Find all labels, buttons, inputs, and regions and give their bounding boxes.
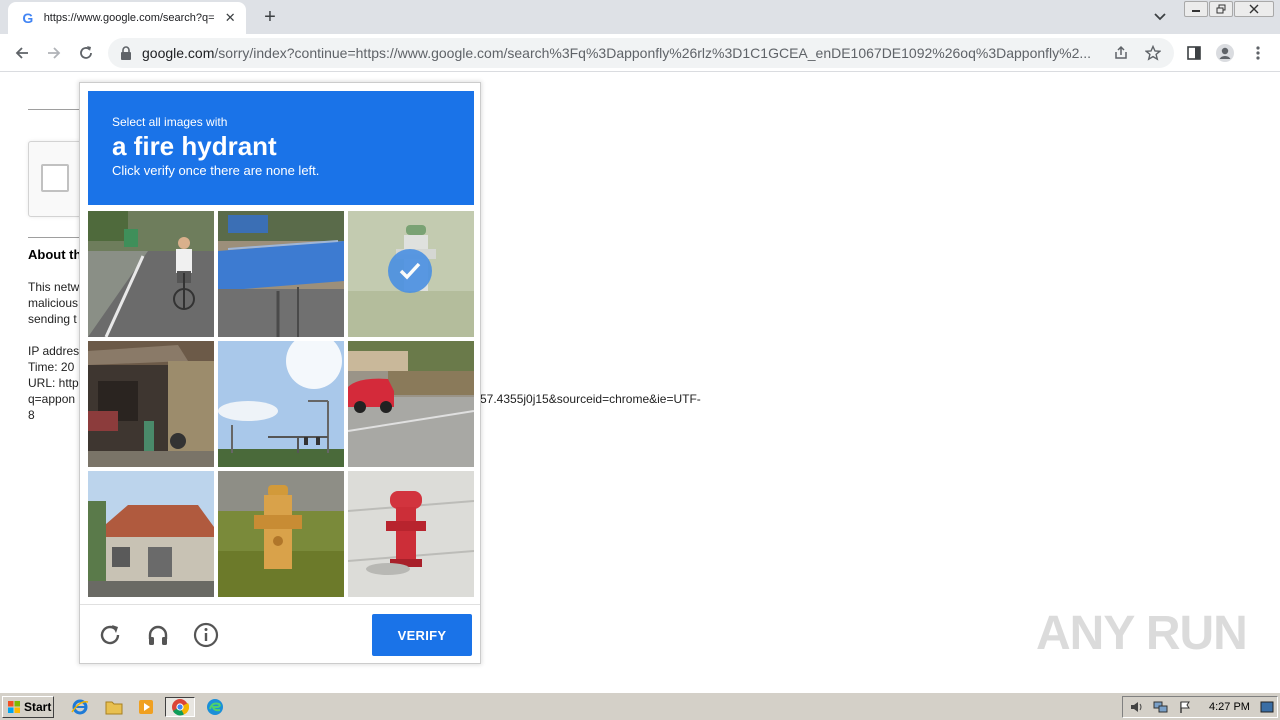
instruction-target: a fire hydrant bbox=[112, 131, 277, 161]
instruction-small: Select all images with bbox=[112, 115, 228, 129]
back-arrow-icon[interactable] bbox=[10, 41, 34, 65]
lock-icon[interactable] bbox=[120, 46, 132, 60]
media-player-icon[interactable] bbox=[134, 697, 158, 717]
divider bbox=[28, 109, 80, 110]
captcha-tile[interactable] bbox=[218, 341, 344, 467]
captcha-tile-selected[interactable] bbox=[348, 211, 474, 337]
verify-button[interactable]: VERIFY bbox=[372, 614, 472, 656]
info-line: sending t bbox=[28, 312, 77, 326]
info-line: Time: 20 bbox=[28, 360, 75, 374]
url-text[interactable]: google.com/sorry/index?continue=https://… bbox=[142, 45, 1102, 61]
taskbar-clock: 4:27 PM bbox=[1209, 701, 1250, 713]
info-line: 8 bbox=[28, 408, 35, 422]
browser-toolbar: google.com/sorry/index?continue=https://… bbox=[0, 34, 1280, 72]
recaptcha-checkbox[interactable] bbox=[41, 164, 69, 192]
info-line: This netw bbox=[28, 280, 80, 294]
about-heading: About th bbox=[28, 247, 82, 262]
audio-challenge-icon[interactable] bbox=[144, 621, 172, 649]
kebab-menu-icon[interactable] bbox=[1248, 43, 1268, 63]
captcha-challenge-dialog: Select all images with a fire hydrant Cl… bbox=[79, 82, 481, 664]
minimize-button[interactable] bbox=[1184, 1, 1208, 17]
action-center-flag-icon[interactable] bbox=[1177, 700, 1193, 714]
anyrun-watermark: ANY RUN bbox=[1036, 607, 1248, 660]
network-icon[interactable] bbox=[1153, 700, 1169, 714]
url-tail-text: 57.4355j0j15&sourceid=chrome&ie=UTF- bbox=[480, 392, 701, 406]
side-panel-icon[interactable] bbox=[1184, 43, 1204, 63]
file-explorer-icon[interactable] bbox=[102, 697, 126, 717]
bookmark-star-icon[interactable] bbox=[1144, 44, 1162, 62]
restore-button[interactable] bbox=[1209, 1, 1233, 17]
internet-explorer-icon[interactable] bbox=[68, 697, 92, 717]
captcha-header: Select all images with a fire hydrant Cl… bbox=[88, 91, 474, 205]
show-desktop-icon[interactable] bbox=[1259, 700, 1275, 714]
info-line: IP addres bbox=[28, 344, 80, 358]
captcha-tile[interactable] bbox=[348, 341, 474, 467]
volume-icon[interactable] bbox=[1129, 700, 1145, 714]
system-tray: 4:27 PM bbox=[1122, 696, 1278, 718]
start-button[interactable]: Start bbox=[2, 696, 54, 718]
chrome-taskbar-icon[interactable] bbox=[165, 697, 195, 717]
captcha-tile[interactable] bbox=[88, 471, 214, 597]
tab-strip: G https://www.google.com/search?q= ✕ + bbox=[0, 0, 1280, 34]
tab-title: https://www.google.com/search?q= bbox=[43, 12, 215, 24]
chevron-down-icon[interactable] bbox=[1150, 8, 1170, 26]
browser-tab[interactable]: G https://www.google.com/search?q= ✕ bbox=[8, 2, 246, 34]
share-icon[interactable] bbox=[1112, 44, 1130, 62]
profile-avatar-icon[interactable] bbox=[1215, 43, 1235, 63]
edge-icon[interactable] bbox=[203, 697, 227, 717]
captcha-tile[interactable] bbox=[218, 211, 344, 337]
windows-taskbar: Start 4:27 PM bbox=[0, 692, 1280, 720]
captcha-image-grid bbox=[88, 211, 474, 597]
captcha-footer: VERIFY bbox=[80, 604, 480, 664]
close-icon[interactable]: ✕ bbox=[222, 10, 238, 26]
windows-logo-icon bbox=[8, 701, 20, 713]
address-bar[interactable]: google.com/sorry/index?continue=https://… bbox=[108, 38, 1174, 68]
window-close-button[interactable] bbox=[1234, 1, 1274, 17]
forward-arrow-icon[interactable] bbox=[42, 41, 66, 65]
info-line: malicious bbox=[28, 296, 79, 310]
info-line: q=appon bbox=[28, 392, 76, 406]
captcha-tile[interactable] bbox=[348, 471, 474, 597]
google-favicon-icon: G bbox=[22, 10, 34, 26]
new-tab-button[interactable]: + bbox=[258, 6, 282, 28]
selected-check-icon bbox=[388, 249, 432, 293]
captcha-tile[interactable] bbox=[88, 341, 214, 467]
captcha-tile[interactable] bbox=[88, 211, 214, 337]
info-icon[interactable] bbox=[192, 621, 220, 649]
instruction-sub: Click verify once there are none left. bbox=[112, 163, 320, 178]
captcha-tile[interactable] bbox=[218, 471, 344, 597]
divider bbox=[28, 237, 80, 238]
reload-challenge-icon[interactable] bbox=[96, 621, 124, 649]
start-label: Start bbox=[24, 700, 52, 714]
reload-icon[interactable] bbox=[74, 41, 98, 65]
info-line: URL: http bbox=[28, 376, 79, 390]
